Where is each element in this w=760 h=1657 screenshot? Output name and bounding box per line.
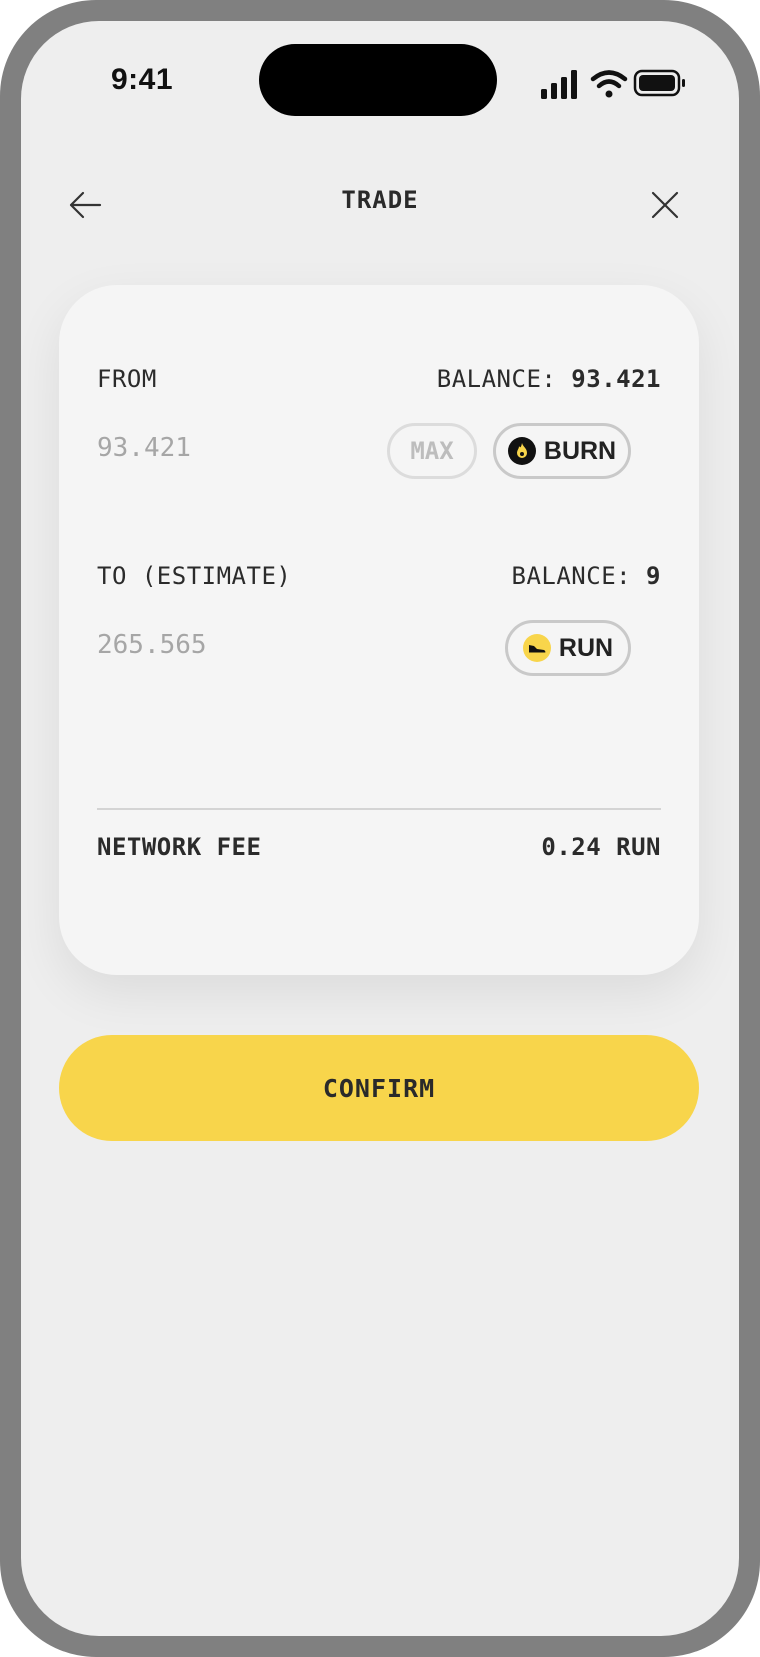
to-label: TO (ESTIMATE) [97, 562, 292, 590]
phone-frame: 9:41 TRADE FROM BALANCE: 93.421 93.421 M… [0, 0, 760, 1657]
from-amount-input[interactable]: 93.421 [97, 433, 191, 463]
divider [97, 808, 661, 810]
from-balance-label: BALANCE: [436, 365, 557, 393]
to-amount-value: 265.565 [97, 630, 207, 660]
flame-icon [507, 437, 536, 465]
to-token-label: RUN [558, 633, 614, 662]
to-balance: BALANCE: 9 [512, 562, 662, 590]
screen: 9:41 TRADE FROM BALANCE: 93.421 93.421 M… [21, 21, 739, 1636]
max-button[interactable]: MAX [387, 423, 477, 479]
close-button[interactable] [641, 181, 689, 229]
dynamic-island [259, 44, 497, 116]
from-token-label: BURN [543, 436, 617, 465]
status-time: 9:41 [111, 63, 174, 96]
to-token-selector[interactable]: RUN [505, 620, 631, 676]
battery-icon [633, 69, 685, 97]
sneaker-icon [522, 634, 551, 662]
from-balance-value: 93.421 [571, 365, 661, 393]
from-balance: BALANCE: 93.421 [437, 365, 661, 393]
from-token-selector[interactable]: BURN [493, 423, 631, 479]
from-label: FROM [97, 365, 157, 393]
network-fee-label: NETWORK FEE [97, 833, 262, 861]
confirm-button[interactable]: CONFIRM [59, 1035, 699, 1141]
to-balance-label: BALANCE: [511, 562, 632, 590]
status-icons [541, 65, 721, 105]
wifi-icon [590, 70, 628, 98]
signal-icon [541, 70, 577, 99]
network-fee-value: 0.24 RUN [541, 833, 661, 861]
close-icon [651, 191, 679, 219]
page-title: TRADE [341, 186, 419, 214]
to-balance-value: 9 [646, 562, 661, 590]
trade-card: FROM BALANCE: 93.421 93.421 MAX BURN TO … [59, 285, 699, 975]
